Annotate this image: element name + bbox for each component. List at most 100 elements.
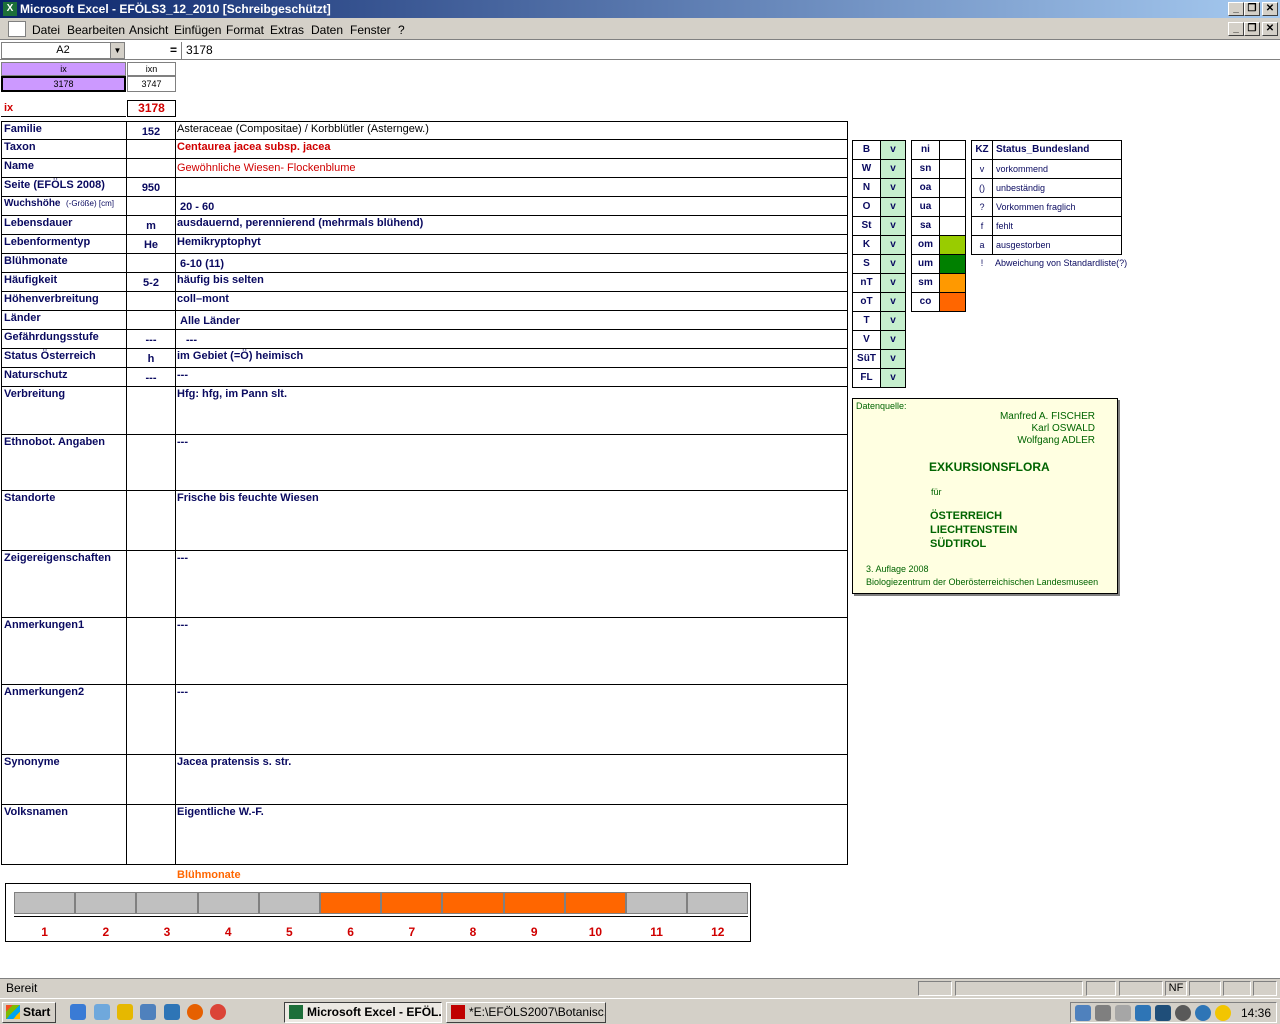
worksheet[interactable]: ix ixn 3178 3747 ix 3178 Familie 152 Aster… xyxy=(0,61,1280,976)
field-value[interactable]: Frische bis feuchte Wiesen xyxy=(177,491,845,505)
field-value[interactable]: im Gebiet (=Ö) heimisch xyxy=(177,349,845,363)
minimize-button[interactable]: _ xyxy=(1228,2,1244,16)
altitude-color-cell[interactable] xyxy=(939,254,966,274)
region-status-cell[interactable]: v xyxy=(880,311,906,331)
altitude-color-cell[interactable] xyxy=(939,216,966,236)
field-value[interactable]: coll–mont xyxy=(177,292,845,306)
quicklaunch-explorer-icon[interactable] xyxy=(140,1004,156,1020)
field-value[interactable]: --- xyxy=(177,551,845,565)
field-value[interactable]: Asteraceae (Compositae) / Korbblütler (A… xyxy=(177,122,845,136)
restore-button[interactable]: ❐ xyxy=(1244,2,1260,16)
workbook-icon[interactable] xyxy=(8,21,26,37)
quicklaunch-firefox-icon[interactable] xyxy=(187,1004,203,1020)
menu-daten[interactable]: Daten xyxy=(311,23,343,37)
tray-icon-6[interactable] xyxy=(1175,1005,1191,1021)
altitude-color-cell[interactable] xyxy=(939,140,966,160)
source-publisher: Biologiezentrum der Oberösterreichischen… xyxy=(866,577,1099,587)
task-excel[interactable]: Microsoft Excel - EFÖL... xyxy=(284,1002,442,1023)
tray-icon-7[interactable] xyxy=(1195,1005,1211,1021)
field-value[interactable]: Jacea pratensis s. str. xyxy=(177,755,845,769)
doc-minimize-button[interactable]: _ xyxy=(1228,22,1244,36)
field-code[interactable]: 152 xyxy=(127,125,175,139)
altitude-color-cell[interactable] xyxy=(939,159,966,179)
close-button[interactable]: ✕ xyxy=(1262,2,1278,16)
altitude-color-cell[interactable] xyxy=(939,273,966,293)
quicklaunch-browser-icon[interactable] xyxy=(164,1004,180,1020)
region-status-cell[interactable]: v xyxy=(880,254,906,274)
field-value[interactable]: --- xyxy=(177,685,845,699)
menu-datei[interactable]: Datei xyxy=(32,23,60,37)
field-value[interactable]: 6-10 (11) xyxy=(180,257,848,271)
region-status-cell[interactable]: v xyxy=(880,349,906,369)
field-code[interactable]: --- xyxy=(127,333,175,347)
field-code[interactable]: 5-2 xyxy=(127,276,175,290)
field-value[interactable]: ausdauernd, perennierend (mehrmals blühe… xyxy=(177,216,845,230)
ix-value-cell[interactable]: 3178 xyxy=(1,76,126,92)
altitude-color-cell[interactable] xyxy=(939,235,966,255)
doc-restore-button[interactable]: ❐ xyxy=(1244,22,1260,36)
field-value[interactable]: Eigentliche W.-F. xyxy=(177,805,845,819)
tray-icon-3[interactable] xyxy=(1115,1005,1131,1021)
menu-einfuegen[interactable]: Einfügen xyxy=(174,23,221,37)
bloom-bar-month-3 xyxy=(136,892,198,914)
menu-ansicht[interactable]: Ansicht xyxy=(129,23,168,37)
field-value[interactable]: Gewöhnliche Wiesen- Flockenblume xyxy=(177,161,845,175)
tray-icon-2[interactable] xyxy=(1095,1005,1111,1021)
region-status-cell[interactable]: v xyxy=(880,292,906,312)
field-value[interactable]: --- xyxy=(177,618,845,632)
region-status-cell[interactable]: v xyxy=(880,178,906,198)
region-status-cell[interactable]: v xyxy=(880,330,906,350)
doc-close-button[interactable]: ✕ xyxy=(1262,22,1278,36)
bloom-month-label: 10 xyxy=(588,925,603,939)
field-value[interactable]: --- xyxy=(177,368,845,382)
field-value[interactable]: --- xyxy=(186,333,854,347)
altitude-color-cell[interactable] xyxy=(939,292,966,312)
field-value[interactable]: Alle Länder xyxy=(180,314,848,328)
tray-icon-5[interactable] xyxy=(1155,1005,1171,1021)
menu-help[interactable]: ? xyxy=(398,23,405,37)
menu-extras[interactable]: Extras xyxy=(270,23,304,37)
task-editor[interactable]: *E:\EFÖLS2007\Botanisc... xyxy=(446,1002,606,1023)
region-status-cell[interactable]: v xyxy=(880,197,906,217)
region-status-cell[interactable]: v xyxy=(880,368,906,388)
ix-header-cell[interactable]: ix xyxy=(1,62,126,76)
tray-icon-8[interactable] xyxy=(1215,1005,1231,1021)
region-status-cell[interactable]: v xyxy=(880,159,906,179)
field-code[interactable]: m xyxy=(127,219,175,233)
field-value[interactable]: häufig bis selten xyxy=(177,273,845,287)
quicklaunch-media-icon[interactable] xyxy=(117,1004,133,1020)
start-button[interactable]: Start xyxy=(2,1002,56,1023)
field-code[interactable]: --- xyxy=(127,371,175,385)
ix-big-value[interactable]: 3178 xyxy=(127,100,176,117)
quicklaunch-ie-icon[interactable] xyxy=(70,1004,86,1020)
field-value[interactable]: 20 - 60 xyxy=(180,200,848,214)
altitude-key-cell: co xyxy=(911,292,940,312)
field-value[interactable]: Hemikryptophyt xyxy=(177,235,845,249)
region-status-cell[interactable]: v xyxy=(880,273,906,293)
menu-fenster[interactable]: Fenster xyxy=(350,23,391,37)
tray-icon-4[interactable] xyxy=(1135,1005,1151,1021)
menu-bearbeiten[interactable]: Bearbeiten xyxy=(67,23,125,37)
altitude-color-cell[interactable] xyxy=(939,178,966,198)
quicklaunch-chrome-icon[interactable] xyxy=(210,1004,226,1020)
region-status-cell[interactable]: v xyxy=(880,140,906,160)
windows-logo-icon xyxy=(6,1005,20,1019)
field-code[interactable]: 950 xyxy=(127,181,175,195)
region-status-cell[interactable]: v xyxy=(880,216,906,236)
field-code[interactable]: He xyxy=(127,238,175,252)
name-box[interactable]: A2 ▼ xyxy=(1,42,125,59)
formula-input[interactable]: 3178 xyxy=(186,43,213,57)
field-value[interactable]: Hfg: hfg, im Pann slt. xyxy=(177,387,845,401)
region-status-cell[interactable]: v xyxy=(880,235,906,255)
tray-icon-1[interactable] xyxy=(1075,1005,1091,1021)
ixn-value-cell[interactable]: 3747 xyxy=(127,76,176,92)
chevron-down-icon[interactable]: ▼ xyxy=(110,43,124,58)
field-code[interactable]: h xyxy=(127,352,175,366)
field-value[interactable]: --- xyxy=(177,435,845,449)
field-value[interactable]: Centaurea jacea subsp. jacea xyxy=(177,140,845,154)
ixn-header-cell[interactable]: ixn xyxy=(127,62,176,76)
altitude-color-cell[interactable] xyxy=(939,197,966,217)
menu-format[interactable]: Format xyxy=(226,23,264,37)
field-label: Gefährdungsstufe xyxy=(4,331,99,343)
quicklaunch-desktop-icon[interactable] xyxy=(94,1004,110,1020)
